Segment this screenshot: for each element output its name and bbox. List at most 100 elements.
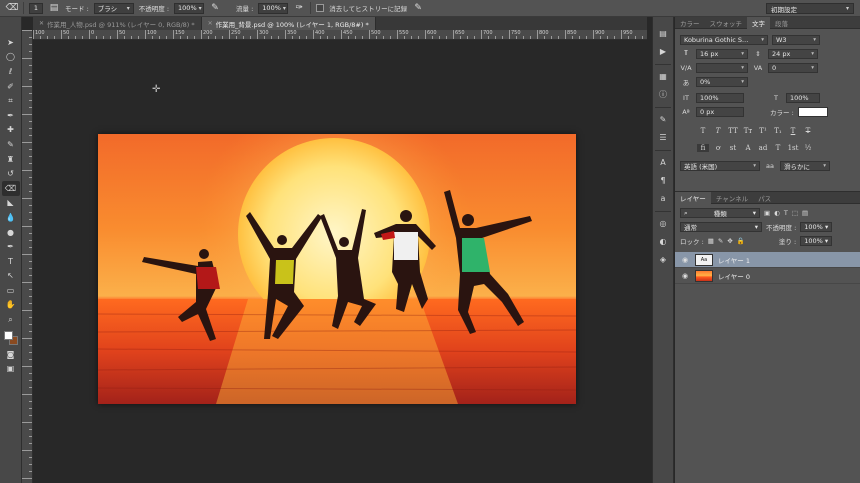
hand-tool-icon[interactable]: ✋ (2, 298, 20, 313)
titling-alternates-button[interactable]: T (772, 144, 784, 152)
paint-bucket-tool-icon[interactable]: ◣ (2, 196, 20, 211)
crop-tool-icon[interactable]: ⌗ (2, 93, 20, 108)
leading-input[interactable]: 24 px ▾ (768, 48, 818, 59)
3d-panel-icon[interactable]: ◎ (655, 215, 671, 231)
move-tool-icon[interactable]: ➤ (2, 35, 20, 50)
tab-document-2[interactable]: ✕ 作業用_背景.psd @ 100% (レイヤー 1, RGB/8#) * (201, 17, 376, 30)
tracking-input[interactable]: 0 ▾ (768, 62, 818, 73)
mode-select[interactable]: ブラシ ▾ (93, 2, 134, 14)
close-icon[interactable]: ✕ (208, 20, 213, 27)
eraser-tool-icon[interactable]: ⌫ (6, 3, 19, 14)
lock-transparency-icon[interactable]: ▦ (708, 237, 714, 245)
quick-mask-icon[interactable]: ◙ (2, 347, 20, 362)
lock-all-icon[interactable]: 🔒 (737, 237, 745, 245)
tab-paths[interactable]: パス (753, 192, 776, 204)
all-caps-button[interactable]: TT (727, 127, 739, 135)
blend-mode-select[interactable]: 通常 ▾ (680, 222, 762, 232)
lock-position-icon[interactable]: ✥ (727, 237, 732, 245)
healing-brush-tool-icon[interactable]: ✚ (2, 123, 20, 138)
eyedropper-tool-icon[interactable]: ✒ (2, 108, 20, 123)
ordinals-button[interactable]: 1st (787, 144, 799, 152)
fill-input[interactable]: 100% ▾ (800, 236, 833, 246)
baseline-shift-input[interactable]: 0 px (696, 106, 744, 117)
font-style-select[interactable]: W3 ▾ (772, 34, 820, 45)
flow-input[interactable]: 100% ▾ (258, 2, 289, 14)
underline-button[interactable]: T (787, 127, 799, 135)
actions-panel-icon[interactable]: ▶ (655, 43, 671, 59)
text-color-swatch[interactable] (797, 106, 828, 117)
eye-icon[interactable]: ◉ (680, 256, 690, 264)
brush-size-picker[interactable]: 1 (29, 2, 43, 14)
color-swatches[interactable] (2, 329, 20, 347)
horizontal-scale-input[interactable]: 100% (786, 92, 820, 103)
history-brush-tool-icon[interactable]: ↺ (2, 166, 20, 181)
contextual-alternates-button[interactable]: ơ (712, 144, 724, 152)
erase-to-history-checkbox[interactable] (316, 4, 325, 12)
tab-channels[interactable]: チャンネル (711, 192, 753, 204)
character-panel-icon[interactable]: A (655, 154, 671, 170)
ligatures-button[interactable]: fi (697, 143, 709, 152)
screen-mode-icon[interactable]: ▣ (2, 361, 20, 376)
type-tool-icon[interactable]: T (2, 254, 20, 269)
tab-document-1[interactable]: ✕ 作業用_人物.psd @ 911% (レイヤー 0, RGB/8) * (33, 17, 202, 30)
type-filter-icon[interactable]: T (784, 209, 788, 217)
tab-color[interactable]: カラー (675, 17, 705, 29)
pressure-opacity-icon[interactable]: ✎ (209, 3, 221, 14)
adjustment-filter-icon[interactable]: ◐ (774, 209, 780, 217)
fractions-button[interactable]: ½ (802, 144, 814, 152)
opacity-input[interactable]: 100% ▾ (174, 2, 205, 14)
rectangle-tool-icon[interactable]: ▭ (2, 283, 20, 298)
vertical-scale-input[interactable]: 100% (696, 92, 744, 103)
info-panel-icon[interactable]: ⓘ (655, 86, 671, 102)
foreground-color-swatch[interactable] (3, 330, 13, 340)
character-styles-icon[interactable]: a (655, 190, 671, 206)
layer-row[interactable]: ◉ レイヤー 0 (675, 268, 860, 284)
layer-filter-kind-select[interactable]: ⌕ 種類 ▾ (680, 208, 760, 218)
superscript-button[interactable]: T¹ (757, 127, 769, 135)
marquee-tool-icon[interactable]: ◯ (2, 50, 20, 65)
close-icon[interactable]: ✕ (39, 20, 44, 27)
workspace-preset-select[interactable]: 初期設定 ▾ (766, 3, 854, 14)
antialias-select[interactable]: 滑らかに ▾ (780, 160, 830, 171)
font-family-select[interactable]: Koburina Gothic S... ▾ (680, 34, 768, 45)
brush-tool-icon[interactable]: ✎ (2, 137, 20, 152)
adjustments-icon[interactable]: ☰ (655, 129, 671, 145)
layer-comps-icon[interactable]: ▦ (655, 68, 671, 84)
dodge-tool-icon[interactable]: ● (2, 225, 20, 240)
brush-panel-toggle-icon[interactable]: ▤ (48, 3, 60, 14)
clone-stamp-tool-icon[interactable]: ♜ (2, 152, 20, 167)
discretionary-ligatures-button[interactable]: st (727, 144, 739, 152)
document-image[interactable] (98, 134, 576, 404)
lock-pixels-icon[interactable]: ✎ (718, 237, 723, 245)
paragraph-panel-icon[interactable]: ¶ (655, 172, 671, 188)
kerning-input[interactable]: ▾ (696, 62, 748, 73)
properties-panel-icon[interactable]: ◐ (655, 233, 671, 249)
blur-tool-icon[interactable]: 💧 (2, 210, 20, 225)
tab-swatches[interactable]: スウォッチ (705, 17, 748, 29)
pixel-filter-icon[interactable]: ▣ (764, 209, 770, 217)
small-caps-button[interactable]: Tт (742, 127, 754, 135)
pen-tool-icon[interactable]: ✒ (2, 239, 20, 254)
swash-button[interactable]: A (742, 144, 754, 152)
shape-filter-icon[interactable]: ⬚ (792, 209, 798, 217)
quick-selection-tool-icon[interactable]: ✐ (2, 79, 20, 94)
eye-icon[interactable]: ◉ (680, 272, 690, 280)
airbrush-icon[interactable]: ✑ (293, 3, 305, 14)
path-selection-tool-icon[interactable]: ↖ (2, 269, 20, 284)
zoom-tool-icon[interactable]: ⌕ (2, 312, 20, 327)
tsume-input[interactable]: 0% ▾ (696, 76, 748, 87)
layer-opacity-input[interactable]: 100% ▾ (800, 222, 833, 232)
stylistic-alternates-button[interactable]: ad (757, 144, 769, 152)
styles-panel-icon[interactable]: ◈ (655, 251, 671, 267)
brush-presets-icon[interactable]: ✎ (655, 111, 671, 127)
faux-bold-button[interactable]: T (697, 127, 709, 135)
font-size-input[interactable]: 16 px ▾ (696, 48, 748, 59)
tab-layers[interactable]: レイヤー (675, 192, 711, 204)
language-select[interactable]: 英語 (米国) ▾ (680, 160, 760, 171)
lasso-tool-icon[interactable]: ℓ (2, 64, 20, 79)
tab-character[interactable]: 文字 (747, 17, 770, 29)
strikethrough-button[interactable]: T (802, 127, 814, 135)
layer-row[interactable]: ◉ Aa レイヤー 1 (675, 252, 860, 268)
history-panel-icon[interactable]: ▤ (655, 25, 671, 41)
smart-object-filter-icon[interactable]: ▤ (802, 209, 808, 217)
